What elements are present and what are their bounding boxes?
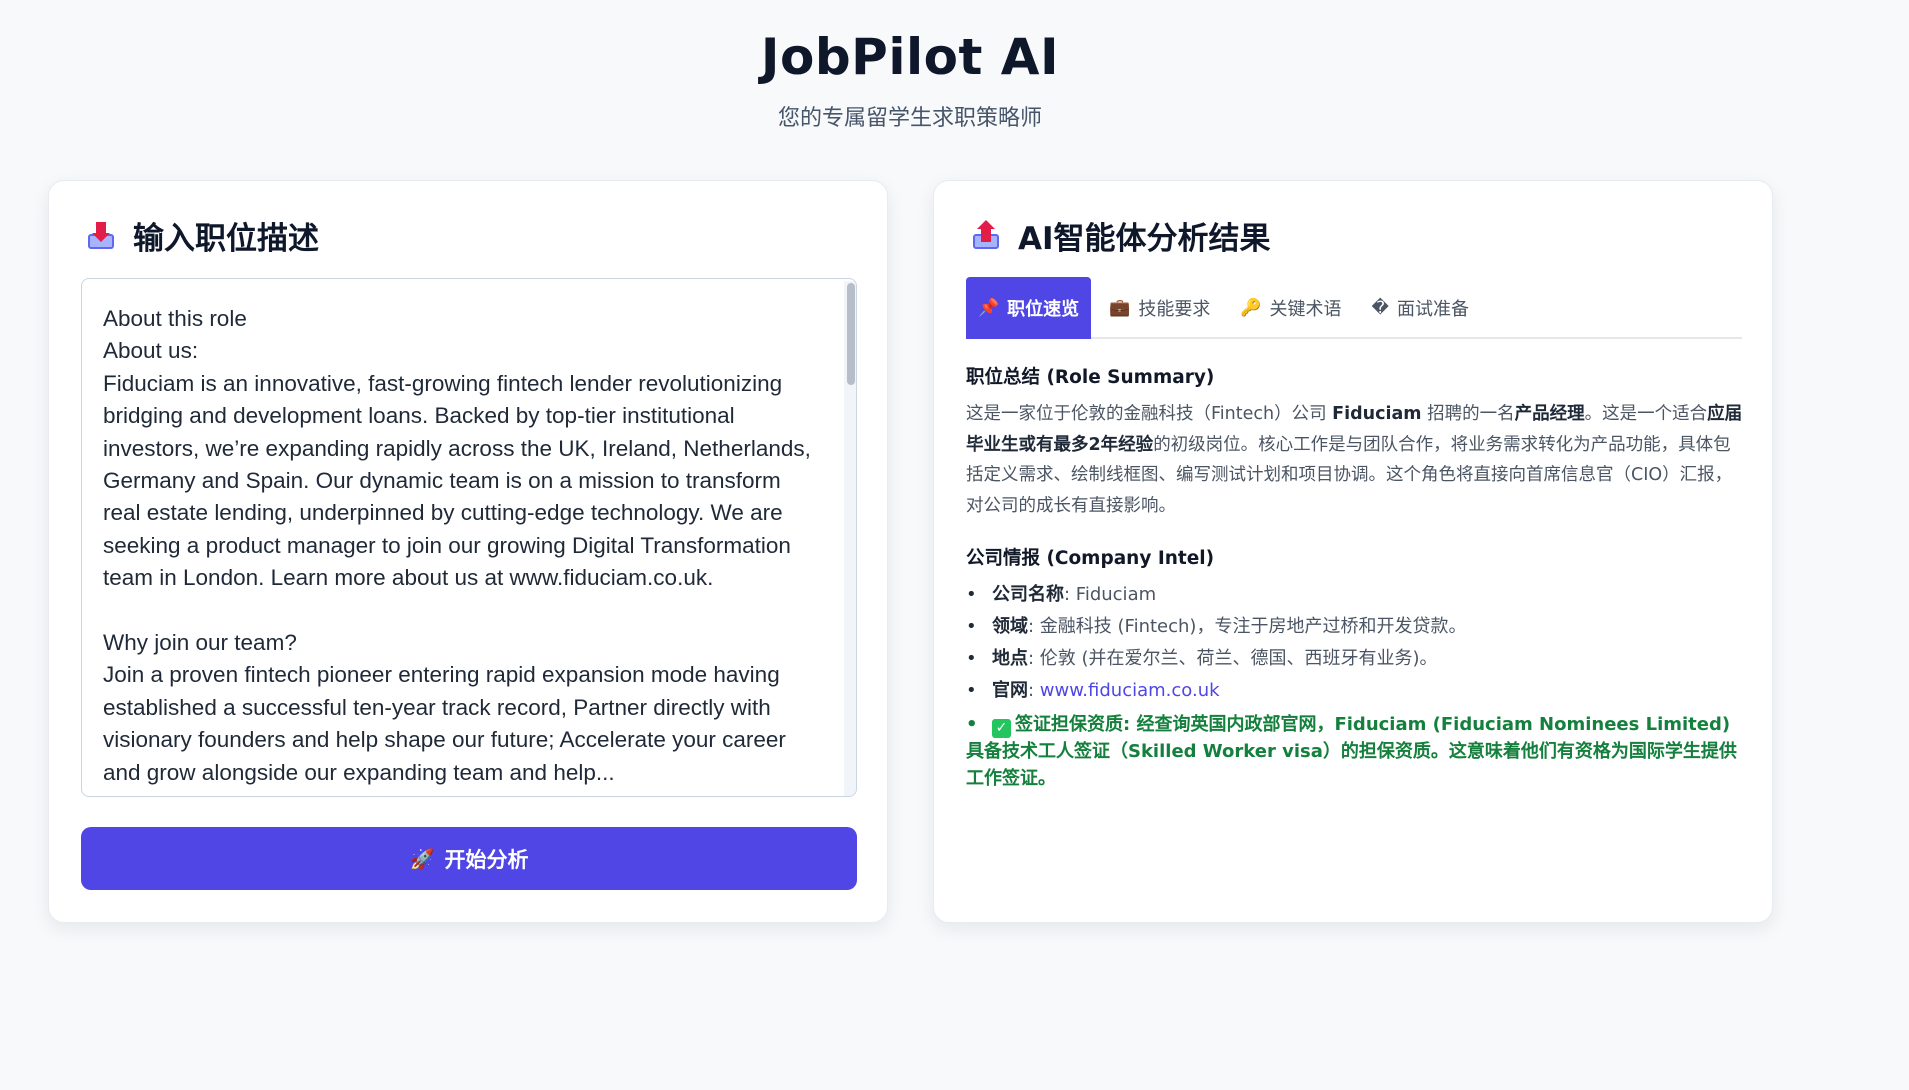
visa-sponsorship-text: 签证担保资质: 经查询英国内政部官网，Fiduciam (Fiduciam No… (966, 714, 1737, 789)
result-card-title: AI智能体分析结果 (1018, 221, 1271, 257)
company-intel-list: 公司名称: Fiduciam 领域: 金融科技 (Fintech)，专注于房地产… (966, 579, 1746, 792)
role-name-bold: 产品经理 (1514, 404, 1585, 424)
job-description-text[interactable]: About this role About us: Fiduciam is an… (103, 303, 823, 789)
result-card-header: AI智能体分析结果 (972, 213, 1271, 258)
key-icon: 🔑 (1240, 298, 1262, 318)
rocket-icon: 🚀 (409, 846, 435, 871)
website-link[interactable]: www.fiduciam.co.uk (1040, 680, 1220, 701)
tab-label: 面试准备 (1396, 299, 1469, 320)
job-description-textarea[interactable]: About this role About us: Fiduciam is an… (81, 278, 857, 797)
inbox-tray-icon (87, 221, 115, 250)
check-mark-icon: ✓ (992, 719, 1011, 738)
intel-industry: 领域: 金融科技 (Fintech)，专注于房地产过桥和开发贷款。 (966, 611, 1746, 643)
company-intel-title: 公司情报 (Company Intel) (966, 548, 1215, 569)
input-card-header: 输入职位描述 (87, 213, 319, 258)
role-summary-title: 职位总结 (Role Summary) (966, 367, 1215, 388)
tab-label: 技能要求 (1138, 299, 1211, 320)
textarea-scrollbar[interactable] (844, 281, 856, 796)
intel-website: 官网: www.fiduciam.co.uk (966, 675, 1746, 707)
role-summary-text: 这是一家位于伦敦的金融科技（Fintech）公司 Fiduciam 招聘的一名产… (966, 404, 1743, 516)
missing-glyph-icon: � (1371, 298, 1389, 318)
scrollbar-thumb[interactable] (847, 283, 855, 385)
tab-interview-prep[interactable]: � 面试准备 (1360, 277, 1481, 339)
outbox-tray-icon (972, 219, 1000, 250)
briefcase-icon: 💼 (1109, 298, 1131, 318)
input-card-title: 输入职位描述 (133, 221, 319, 257)
tab-label: 职位速览 (1007, 299, 1080, 320)
app-title: JobPilot AI (760, 28, 1060, 86)
start-analysis-label: 开始分析 (444, 848, 529, 872)
tab-label: 关键术语 (1269, 299, 1342, 320)
app-subtitle: 您的专属留学生求职策略师 (777, 106, 1042, 131)
page-header: JobPilot AI 您的专属留学生求职策略师 (0, 28, 1820, 132)
start-analysis-button[interactable]: 🚀 开始分析 (81, 827, 857, 890)
intel-visa-sponsorship: ✓签证担保资质: 经查询英国内政部官网，Fiduciam (Fiduciam N… (966, 711, 1746, 792)
tab-role-overview[interactable]: 📌 职位速览 (966, 277, 1092, 339)
tab-key-terms[interactable]: 🔑 关键术语 (1228, 277, 1353, 339)
pushpin-icon: 📌 (978, 298, 1000, 318)
result-tabs: 📌 职位速览 💼 技能要求 🔑 关键术语 � 面试准备 (966, 277, 1742, 339)
tab-skill-requirements[interactable]: 💼 技能要求 (1097, 277, 1222, 339)
company-name-bold: Fiduciam (1332, 404, 1422, 424)
intel-location: 地点: 伦敦 (并在爱尔兰、荷兰、德国、西班牙有业务)。 (966, 643, 1746, 675)
result-card: AI智能体分析结果 📌 职位速览 💼 技能要求 🔑 关键术语 � 面试准备 职位… (933, 180, 1773, 923)
input-card: 输入职位描述 About this role About us: Fiducia… (48, 180, 888, 923)
intel-company-name: 公司名称: Fiduciam (966, 579, 1746, 611)
